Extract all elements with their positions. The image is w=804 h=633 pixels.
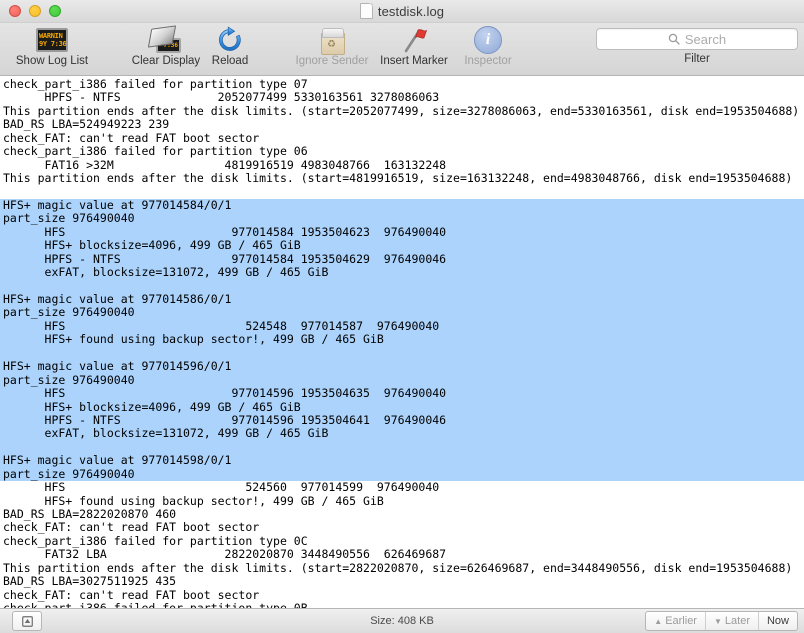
log-line[interactable]: HPFS - NTFS 977014584 1953504629 9764900… bbox=[0, 252, 804, 267]
log-text-area[interactable]: check_part_i386 failed for partition typ… bbox=[0, 76, 804, 608]
log-line[interactable]: HFS 524560 977014599 976490040 bbox=[0, 480, 804, 494]
export-share-icon bbox=[21, 615, 33, 627]
log-line[interactable]: check_part_i386 failed for partition typ… bbox=[0, 144, 804, 158]
traffic-light-group bbox=[0, 5, 61, 17]
triangle-down-icon: ▼ bbox=[713, 616, 722, 626]
log-line[interactable]: part_size 976490040 bbox=[0, 305, 804, 320]
window-title-group: testdisk.log bbox=[0, 0, 804, 22]
log-line[interactable]: FAT32 LBA 2822020870 3448490556 62646968… bbox=[0, 547, 804, 561]
toolbar-button-clear-display[interactable]: 7:36 Clear Display bbox=[120, 25, 212, 67]
log-line[interactable]: HFS+ magic value at 977014584/0/1 bbox=[0, 198, 804, 213]
log-line[interactable] bbox=[0, 440, 804, 455]
status-bar: Size: 408 KB ▲ Earlier ▼ Later Now bbox=[0, 608, 804, 633]
export-share-button[interactable] bbox=[12, 611, 42, 631]
log-line[interactable]: part_size 976490040 bbox=[0, 373, 804, 388]
later-label: Later bbox=[724, 615, 750, 627]
log-line[interactable]: FAT16 >32M 4819916519 4983048766 1631322… bbox=[0, 158, 804, 172]
window-title: testdisk.log bbox=[377, 3, 445, 19]
log-line[interactable]: HFS+ found using backup sector!, 499 GB … bbox=[0, 494, 804, 508]
toolbar-label-insert-marker: Insert Marker bbox=[380, 55, 448, 67]
log-line[interactable] bbox=[0, 186, 804, 199]
log-line[interactable]: BAD_RS LBA=3027511925 435 bbox=[0, 574, 804, 588]
log-line[interactable]: check_FAT: can't read FAT boot sector bbox=[0, 588, 804, 602]
triangle-up-icon: ▲ bbox=[654, 616, 663, 626]
now-button[interactable]: Now bbox=[759, 612, 797, 630]
log-line[interactable]: HFS+ found using backup sector!, 499 GB … bbox=[0, 332, 804, 347]
title-bar: testdisk.log bbox=[0, 0, 804, 23]
minimize-button[interactable] bbox=[29, 5, 41, 17]
log-line[interactable]: HFS+ blocksize=4096, 499 GB / 465 GiB bbox=[0, 400, 804, 414]
log-line[interactable]: HFS 524548 977014587 976490040 bbox=[0, 319, 804, 334]
log-line[interactable]: exFAT, blocksize=131072, 499 GB / 465 Gi… bbox=[0, 265, 804, 280]
search-icon bbox=[668, 33, 680, 45]
log-line[interactable]: HPFS - NTFS 2052077499 5330163561 327808… bbox=[0, 90, 804, 104]
toolbar-button-ignore-sender[interactable]: ♻ Ignore Sender bbox=[286, 26, 378, 67]
toolbar-button-inspector[interactable]: i Inspector bbox=[450, 26, 526, 67]
red-flag-icon bbox=[400, 26, 428, 54]
search-placeholder: Search bbox=[684, 31, 727, 47]
now-label: Now bbox=[766, 615, 789, 627]
toolbar-label-reload: Reload bbox=[211, 55, 249, 67]
log-line[interactable]: HFS+ magic value at 977014596/0/1 bbox=[0, 359, 804, 374]
log-line[interactable]: HFS+ blocksize=4096, 499 GB / 465 GiB bbox=[0, 238, 804, 253]
console-window: testdisk.log WARNIN 9Y 7:36 Show Log Lis… bbox=[0, 0, 804, 633]
earlier-button[interactable]: ▲ Earlier bbox=[646, 612, 706, 630]
log-line[interactable]: part_size 976490040 bbox=[0, 467, 804, 482]
led-top-text: WARNIN bbox=[39, 32, 63, 40]
toolbar-label-show-log-list: Show Log List bbox=[15, 55, 89, 67]
warning-led-display-icon: WARNIN 9Y 7:36 bbox=[36, 26, 68, 54]
log-line[interactable]: This partition ends after the disk limit… bbox=[0, 561, 804, 575]
toolbar-button-show-log-list[interactable]: WARNIN 9Y 7:36 Show Log List bbox=[8, 26, 96, 67]
log-line[interactable]: This partition ends after the disk limit… bbox=[0, 171, 804, 185]
close-button[interactable] bbox=[9, 5, 21, 17]
toolbar-label-clear-display: Clear Display bbox=[131, 55, 201, 67]
clear-display-icon: 7:36 bbox=[147, 25, 182, 54]
filter-group: Search Filter bbox=[596, 28, 798, 65]
filter-label: Filter bbox=[684, 53, 710, 65]
document-icon bbox=[359, 3, 373, 19]
toolbar-label-ignore-sender: Ignore Sender bbox=[295, 55, 369, 67]
toolbar-label-inspector: Inspector bbox=[464, 55, 512, 67]
toolbar-button-insert-marker[interactable]: Insert Marker bbox=[372, 26, 456, 67]
log-line[interactable]: HFS 977014596 1953504635 976490040 bbox=[0, 386, 804, 401]
info-circle-icon: i bbox=[474, 26, 502, 54]
log-line[interactable]: check_FAT: can't read FAT boot sector bbox=[0, 131, 804, 145]
log-line[interactable] bbox=[0, 279, 804, 293]
log-line[interactable]: part_size 976490040 bbox=[0, 211, 804, 226]
log-line[interactable]: HFS 977014584 1953504623 976490040 bbox=[0, 225, 804, 240]
led-bottom-text: 9Y 7:36 bbox=[39, 40, 67, 48]
log-line[interactable]: BAD_RS LBA=2822020870 460 bbox=[0, 507, 804, 521]
log-line[interactable]: This partition ends after the disk limit… bbox=[0, 104, 804, 118]
toolbar: WARNIN 9Y 7:36 Show Log List 7:36 Clear … bbox=[0, 23, 804, 76]
log-line[interactable]: BAD_RS LBA=524949223 239 bbox=[0, 117, 804, 131]
zoom-button[interactable] bbox=[49, 5, 61, 17]
search-input[interactable]: Search bbox=[596, 28, 798, 50]
earlier-label: Earlier bbox=[665, 615, 697, 627]
log-line[interactable]: check_part_i386 failed for partition typ… bbox=[0, 77, 804, 91]
later-button[interactable]: ▼ Later bbox=[706, 612, 759, 630]
log-line[interactable] bbox=[0, 346, 804, 361]
paper-bag-recycle-icon: ♻ bbox=[319, 26, 345, 55]
log-line[interactable]: HPFS - NTFS 977014596 1953504641 9764900… bbox=[0, 413, 804, 428]
log-line[interactable]: HFS+ magic value at 977014598/0/1 bbox=[0, 453, 804, 468]
toolbar-button-reload[interactable]: Reload bbox=[202, 26, 258, 67]
reload-circular-arrow-icon bbox=[216, 26, 244, 54]
log-line[interactable]: check_part_i386 failed for partition typ… bbox=[0, 534, 804, 548]
log-line[interactable]: exFAT, blocksize=131072, 499 GB / 465 Gi… bbox=[0, 426, 804, 441]
log-line[interactable]: HFS+ magic value at 977014586/0/1 bbox=[0, 292, 804, 307]
log-line[interactable]: check_FAT: can't read FAT boot sector bbox=[0, 520, 804, 534]
time-navigation-group: ▲ Earlier ▼ Later Now bbox=[645, 611, 798, 631]
